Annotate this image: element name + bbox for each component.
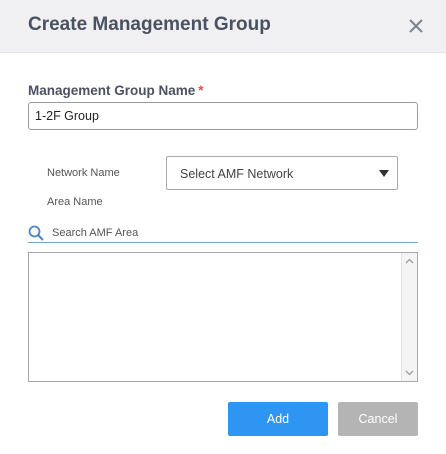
add-button[interactable]: Add (228, 402, 328, 436)
area-name-label: Area Name (47, 196, 103, 208)
area-list[interactable] (28, 252, 418, 382)
network-select-value: Select AMF Network (180, 167, 294, 181)
dialog-title: Create Management Group (28, 14, 271, 35)
area-search-field (28, 223, 418, 243)
list-scrollbar[interactable] (401, 253, 417, 381)
chevron-up-icon[interactable] (404, 256, 415, 267)
search-icon (28, 225, 44, 241)
required-marker: * (198, 83, 204, 98)
close-icon[interactable] (404, 14, 428, 38)
cancel-button[interactable]: Cancel (338, 402, 418, 436)
close-button[interactable] (404, 14, 428, 38)
area-search-input[interactable] (52, 225, 412, 241)
caret-down-icon (379, 170, 389, 177)
group-name-label-text: Management Group Name (28, 83, 196, 98)
network-select[interactable]: Select AMF Network (166, 156, 398, 190)
group-name-label: Management Group Name * (28, 83, 204, 98)
group-name-input[interactable] (28, 102, 418, 130)
chevron-down-icon[interactable] (404, 367, 415, 378)
dialog-header: Create Management Group (0, 0, 446, 53)
network-name-label: Network Name (47, 167, 120, 179)
